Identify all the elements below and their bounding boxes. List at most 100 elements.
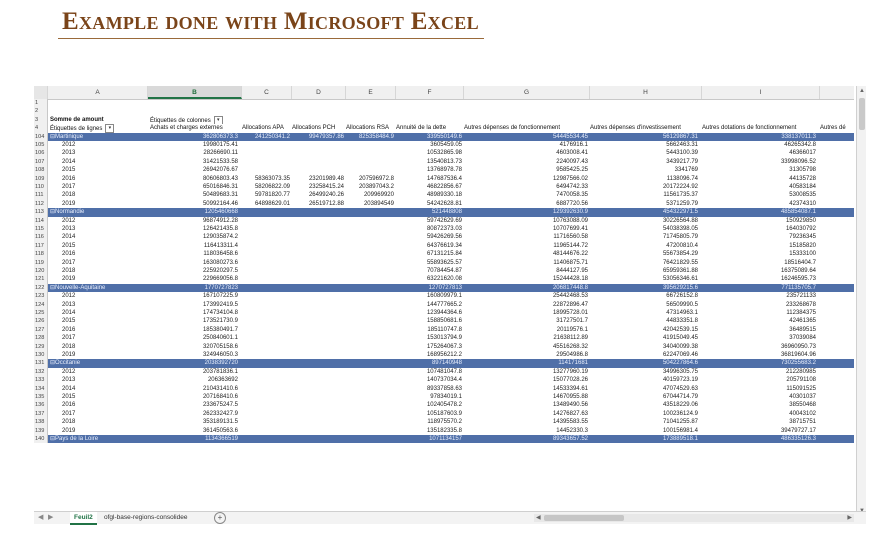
table-row[interactable]: 115 2013 126421435.8 80872373.03 10707699.41… [34, 225, 854, 234]
row-number[interactable]: 107 [34, 157, 48, 167]
table-row[interactable]: 139 2019 361450563.6 135182335.8 14452330.3 1… [34, 426, 854, 435]
row-number[interactable]: 110 [34, 183, 48, 192]
table-row[interactable]: 120 2018 225920297.5 70784454.87 8444127.95 6… [34, 267, 854, 276]
row-number[interactable]: 121 [34, 275, 48, 284]
table-row[interactable]: 106 2013 28266690.11 10532865.98 4603008.41 5… [34, 149, 854, 158]
row-number[interactable]: 137 [34, 409, 48, 419]
row-number[interactable]: 118 [34, 250, 48, 259]
row-number[interactable]: 129 [34, 342, 48, 351]
row-number[interactable]: 113 [34, 208, 48, 217]
table-row[interactable]: 137 2017 262332427.9 105187603.9 14276827.63… [34, 409, 854, 419]
row-number[interactable]: 140 [34, 435, 48, 444]
column-header-a[interactable]: A [48, 86, 148, 99]
column-header-h[interactable]: H [590, 86, 702, 99]
row-number[interactable]: 133 [34, 376, 48, 385]
horizontal-scrollbar[interactable]: ◀ ▶ [534, 514, 854, 522]
scroll-right-icon[interactable]: ▶ [847, 514, 852, 522]
row-number[interactable]: 132 [34, 367, 48, 377]
table-row[interactable]: 117 2015 116413311.4 64376619.34 11965144.72… [34, 241, 854, 251]
table-row[interactable]: 127 2016 185380491.7 185110747.8 20119576.1 4… [34, 325, 854, 335]
row-number[interactable]: 119 [34, 258, 48, 267]
vertical-scrollbar[interactable]: ▲ ▼ [856, 86, 866, 516]
row-number[interactable]: 114 [34, 216, 48, 225]
table-row[interactable]: 110 2017 65016846.31 58206822.09 23258415.24… [34, 183, 854, 192]
table-row[interactable]: 1 [34, 99, 854, 108]
next-sheet-icon[interactable]: ▶ [48, 512, 53, 524]
row-filter-icon[interactable]: ▾ [105, 124, 115, 133]
column-header-e[interactable]: E [346, 86, 396, 99]
row-number[interactable]: 2 [34, 107, 48, 116]
table-row[interactable]: 116 2014 129035874.2 59426269.56 11716560.58… [34, 233, 854, 242]
pivot-group-row[interactable]: 131 ⊟Occitanie 2038392720 897140948 11417168… [34, 359, 854, 368]
row-number[interactable]: 124 [34, 300, 48, 309]
row-number[interactable]: 112 [34, 199, 48, 209]
table-row[interactable]: 133 2013 206363692 140737034.4 15077028.26 40… [34, 376, 854, 385]
row-number[interactable]: 111 [34, 191, 48, 200]
table-row[interactable]: 136 2016 233675247.5 102405478.2 13489490.56… [34, 401, 854, 410]
row-number[interactable]: 135 [34, 393, 48, 402]
row-number[interactable]: 115 [34, 225, 48, 234]
table-row[interactable]: 119 2017 163080273.6 55893625.57 11406875.71… [34, 258, 854, 267]
table-row[interactable]: 126 2015 173521730.9 158850681.6 31727501.7 4… [34, 317, 854, 326]
pivot-group-row[interactable]: 122 ⊟Nouvelle-Aquitaine 1770727823 12707278… [34, 283, 854, 293]
row-number[interactable]: 138 [34, 418, 48, 427]
table-row[interactable]: 114 2012 96874912.28 59742629.69 10763088.09… [34, 216, 854, 225]
row-number[interactable]: 122 [34, 283, 48, 293]
row-number[interactable]: 125 [34, 309, 48, 318]
row-number[interactable]: 130 [34, 351, 48, 360]
spreadsheet-grid[interactable]: ABCDEFGHI 1 2 3 Somme de amount Étiquettes d… [34, 86, 866, 524]
tab-ofgl-base[interactable]: ofgl-base-regions-consolidee [100, 512, 191, 523]
row-number[interactable]: 116 [34, 233, 48, 242]
table-row[interactable]: 129 2018 320705158.6 175264067.3 45516268.32… [34, 342, 854, 351]
scroll-thumb[interactable] [859, 98, 865, 130]
table-row[interactable]: 134 2014 210431410.6 89337858.63 14533394.61… [34, 384, 854, 393]
table-row[interactable]: 112 2019 50992164.46 64898629.01 26519712.88… [34, 199, 854, 209]
row-number[interactable]: 136 [34, 401, 48, 410]
row-number[interactable]: 104 [34, 132, 48, 141]
table-row[interactable]: 3 Somme de amount Étiquettes de colonnes ▾ [34, 115, 854, 125]
table-row[interactable]: 111 2018 50489683.31 59781820.77 26499240.26… [34, 191, 854, 200]
select-all-corner[interactable] [34, 86, 48, 99]
prev-sheet-icon[interactable]: ◀ [38, 512, 43, 524]
scroll-left-icon[interactable]: ◀ [536, 514, 541, 522]
pivot-group-row[interactable]: 140 ⊟Pays de la Loire 1134366519 1071134157… [34, 435, 854, 444]
column-header-b[interactable]: B [148, 86, 242, 99]
row-number[interactable]: 105 [34, 141, 48, 150]
row-number[interactable]: 108 [34, 166, 48, 175]
row-number[interactable]: 109 [34, 174, 48, 183]
row-number[interactable]: 127 [34, 325, 48, 335]
table-row[interactable]: 105 2012 19980175.41 3605459.05 4176916.1 566… [34, 141, 854, 150]
row-number[interactable]: 139 [34, 426, 48, 435]
column-header-g[interactable]: G [464, 86, 590, 99]
row-number[interactable]: 106 [34, 149, 48, 158]
row-number[interactable]: 131 [34, 359, 48, 368]
table-row[interactable]: 107 2014 31421533.58 13540813.73 2240097.43 3… [34, 157, 854, 167]
table-row[interactable]: 125 2014 174734104.8 123944364.6 18995728.01… [34, 309, 854, 318]
column-header-d[interactable]: D [292, 86, 346, 99]
row-number[interactable]: 3 [34, 115, 48, 125]
table-row[interactable]: 123 2012 167107225.9 160809979.1 25442468.53… [34, 292, 854, 301]
row-number[interactable]: 117 [34, 241, 48, 251]
row-number[interactable]: 128 [34, 334, 48, 343]
row-number[interactable]: 123 [34, 292, 48, 301]
pivot-group-row[interactable]: 104 ⊟Martinique 362806373.3 241250341.2 9947… [34, 132, 854, 141]
column-header-i[interactable]: I [702, 86, 820, 99]
row-number[interactable]: 134 [34, 384, 48, 393]
row-number[interactable]: 126 [34, 317, 48, 326]
table-row[interactable]: 128 2017 250840601.1 153013794.9 21638112.89… [34, 334, 854, 343]
table-row[interactable]: 124 2013 173992419.5 144777665.2 22872896.47… [34, 300, 854, 309]
table-row[interactable]: 130 2019 324946050.3 168956212.2 29504986.8 6… [34, 351, 854, 360]
scroll-up-icon[interactable]: ▲ [858, 87, 866, 95]
row-number[interactable]: 4 [34, 124, 48, 133]
table-row[interactable]: 132 2012 203781836.1 107481047.8 13277960.19… [34, 367, 854, 377]
table-row[interactable]: 2 [34, 107, 854, 116]
table-row[interactable]: 138 2018 353189131.5 118975570.2 14395583.55… [34, 418, 854, 427]
column-header-f[interactable]: F [396, 86, 464, 99]
hscroll-thumb[interactable] [544, 515, 624, 521]
table-row[interactable]: 118 2016 118036458.6 67131215.84 48144676.22… [34, 250, 854, 259]
table-row[interactable]: 121 2019 229669056.8 63221620.08 15244428.18… [34, 275, 854, 284]
table-row[interactable]: 109 2016 80606803.43 58363073.35 23201989.48… [34, 174, 854, 183]
row-number[interactable]: 120 [34, 267, 48, 276]
table-row[interactable]: 135 2015 207168410.6 97834019.1 14670955.88 6… [34, 393, 854, 402]
column-filter-icon[interactable]: ▾ [213, 115, 223, 125]
